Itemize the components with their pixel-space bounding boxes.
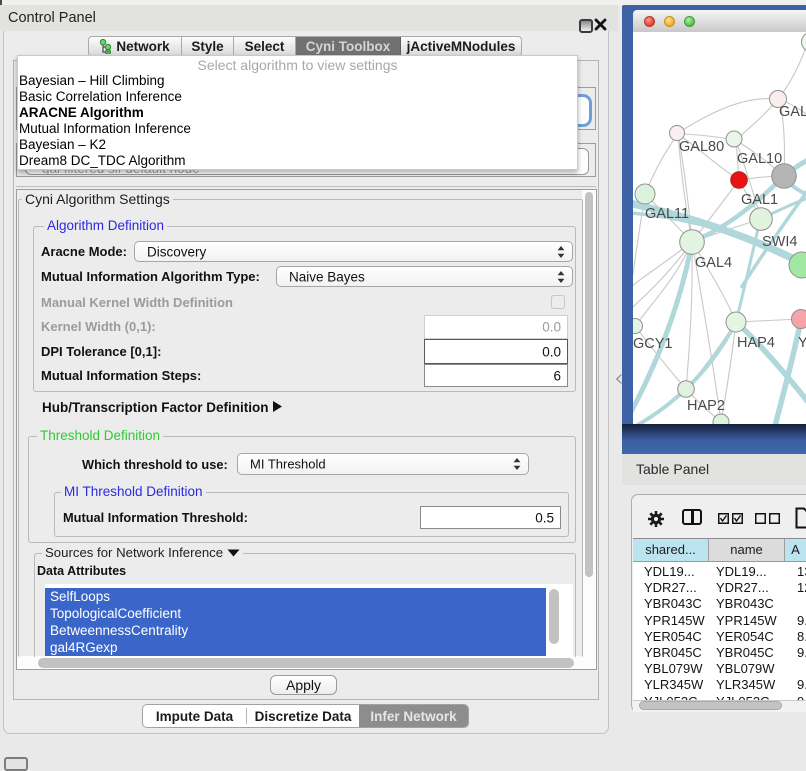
svg-text:GAL10: GAL10 <box>737 151 782 167</box>
svg-text:HAP2: HAP2 <box>687 398 725 414</box>
svg-text:HAP4: HAP4 <box>737 335 775 351</box>
svg-text:GAL4: GAL4 <box>695 255 732 271</box>
svg-text:GAL80: GAL80 <box>679 139 724 155</box>
svg-text:GAL11: GAL11 <box>645 206 689 222</box>
svg-text:GAL1: GAL1 <box>741 192 778 208</box>
svg-text:Y: Y <box>798 335 806 351</box>
svg-text:GCY1: GCY1 <box>633 336 673 352</box>
svg-text:SWI4: SWI4 <box>762 234 797 250</box>
svg-text:GAL: GAL <box>779 104 806 120</box>
